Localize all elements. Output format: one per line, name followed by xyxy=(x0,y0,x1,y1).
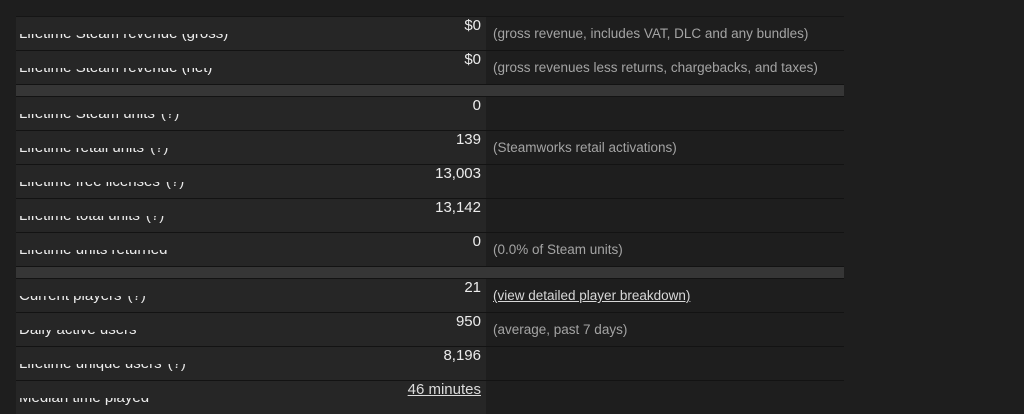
stat-row-daily-active-users: Daily active users 950 (average, past 7 … xyxy=(16,312,844,346)
stat-label-text: Daily active users xyxy=(19,321,137,338)
stat-row-current-players: Current players (?) 21 (view detailed pla… xyxy=(16,278,844,312)
stat-note: (0.0% of Steam units) xyxy=(486,233,844,266)
stat-label: Lifetime Steam units (?) xyxy=(16,97,486,130)
stat-note: (Steamworks retail activations) xyxy=(486,131,844,164)
stat-label-text: Lifetime unique users xyxy=(19,355,162,372)
stat-note: (view detailed player breakdown) xyxy=(486,279,844,312)
stat-row-units-returned: Lifetime units returned 0 (0.0% of Steam… xyxy=(16,232,844,266)
stat-label: Lifetime Steam revenue (gross) xyxy=(16,17,486,50)
help-tooltip-trigger[interactable]: (?) xyxy=(128,287,146,304)
stat-note xyxy=(486,381,844,414)
stat-label-text: Lifetime total units xyxy=(19,207,140,224)
stat-label: Lifetime retail units (?) xyxy=(16,131,486,164)
stat-label: Lifetime unique users (?) xyxy=(16,347,486,380)
stat-label-text: Lifetime units returned xyxy=(19,241,168,258)
stat-label: Lifetime free licenses (?) xyxy=(16,165,486,198)
help-tooltip-trigger[interactable]: (?) xyxy=(161,105,179,122)
stat-label-text: Lifetime Steam units xyxy=(19,105,155,122)
stat-note xyxy=(486,199,844,232)
stat-label-text: Lifetime free licenses xyxy=(19,173,160,190)
stat-note: (gross revenues less returns, chargeback… xyxy=(486,51,844,84)
stat-label: Current players (?) xyxy=(16,279,486,312)
stat-label-text: Median time played xyxy=(19,389,150,406)
stat-note xyxy=(486,165,844,198)
help-tooltip-trigger[interactable]: (?) xyxy=(168,355,186,372)
help-tooltip-trigger[interactable]: (?) xyxy=(150,139,168,156)
stat-row-net-revenue: Lifetime Steam revenue (net) $0 (gross r… xyxy=(16,50,844,84)
stat-note-text: (gross revenue, includes VAT, DLC and an… xyxy=(493,26,809,41)
stat-note: (gross revenue, includes VAT, DLC and an… xyxy=(486,17,844,50)
stat-note-text: (average, past 7 days) xyxy=(493,322,628,337)
stat-note xyxy=(486,97,844,130)
stat-label-text: Lifetime Steam revenue (gross) xyxy=(19,25,229,42)
median-time-link[interactable]: 46 minutes xyxy=(408,381,481,398)
stat-row-gross-revenue: Lifetime Steam revenue (gross) $0 (gross… xyxy=(16,16,844,50)
stat-label: Lifetime Steam revenue (net) xyxy=(16,51,486,84)
stat-row-steam-units: Lifetime Steam units (?) 0 xyxy=(16,96,844,130)
stat-note-text: (Steamworks retail activations) xyxy=(493,140,677,155)
section-divider xyxy=(16,84,844,96)
stat-label: Lifetime units returned xyxy=(16,233,486,266)
stats-table: Lifetime Steam revenue (gross) $0 (gross… xyxy=(16,16,844,414)
stat-label: Daily active users xyxy=(16,313,486,346)
stat-row-median-time-played: Median time played 46 minutes xyxy=(16,380,844,414)
stat-row-total-units: Lifetime total units (?) 13,142 xyxy=(16,198,844,232)
stat-row-retail-units: Lifetime retail units (?) 139 (Steamworks… xyxy=(16,130,844,164)
stat-note: (average, past 7 days) xyxy=(486,313,844,346)
stat-note xyxy=(486,347,844,380)
stat-label-text: Lifetime retail units xyxy=(19,139,145,156)
stat-row-free-licenses: Lifetime free licenses (?) 13,003 xyxy=(16,164,844,198)
help-tooltip-trigger[interactable]: (?) xyxy=(166,173,184,190)
stat-label-text: Lifetime Steam revenue (net) xyxy=(19,59,213,76)
stat-note-text: (0.0% of Steam units) xyxy=(493,242,623,257)
help-tooltip-trigger[interactable]: (?) xyxy=(146,207,164,224)
stat-note-text: (gross revenues less returns, chargeback… xyxy=(493,60,818,75)
section-divider xyxy=(16,266,844,278)
player-breakdown-link[interactable]: (view detailed player breakdown) xyxy=(493,288,690,303)
stat-label: Lifetime total units (?) xyxy=(16,199,486,232)
stat-label-text: Current players xyxy=(19,287,122,304)
stat-row-unique-users: Lifetime unique users (?) 8,196 xyxy=(16,346,844,380)
